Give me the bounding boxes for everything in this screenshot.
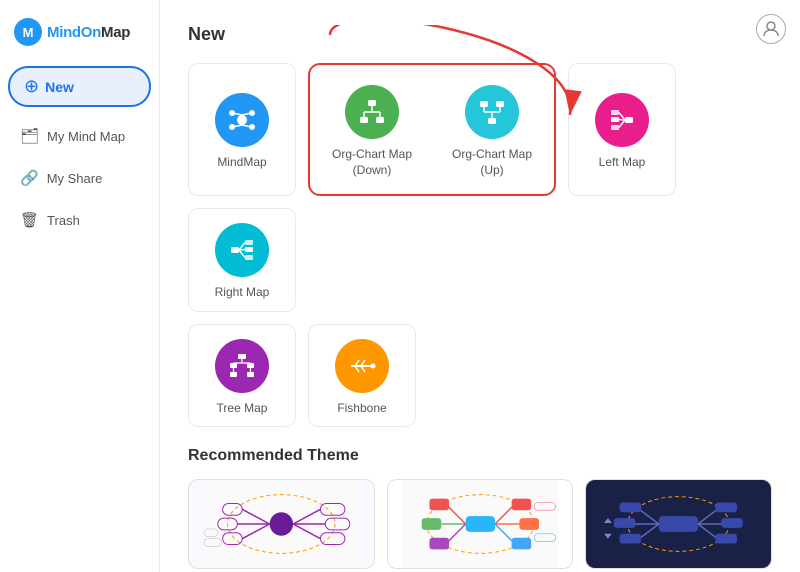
mindmap-icon-circle bbox=[215, 93, 269, 147]
sidebar-item-label: My Share bbox=[47, 171, 103, 186]
org-chart-down-icon-circle bbox=[345, 85, 399, 139]
right-map-label: Right Map bbox=[215, 285, 270, 301]
fishbone-label: Fishbone bbox=[337, 401, 386, 417]
tree-map-icon-circle bbox=[215, 339, 269, 393]
logo-text: MindOnMap bbox=[47, 24, 130, 41]
sidebar-item-label: My Mind Map bbox=[47, 129, 125, 144]
sidebar-item-my-share[interactable]: 🔗 My Share bbox=[6, 159, 153, 197]
theme-grid bbox=[188, 479, 772, 572]
map-grid-row2: Tree Map Fishbone bbox=[188, 324, 772, 428]
logo-icon: M bbox=[14, 18, 42, 46]
left-map-icon-circle bbox=[595, 93, 649, 147]
right-map-icon-circle bbox=[215, 223, 269, 277]
user-avatar[interactable] bbox=[756, 14, 786, 44]
map-card-right-map[interactable]: Right Map bbox=[188, 208, 296, 312]
theme-section-title: Recommended Theme bbox=[188, 447, 772, 465]
org-chart-up-label: Org-Chart Map (Up) bbox=[448, 147, 536, 178]
sidebar-item-trash[interactable]: 🗑 Trash bbox=[6, 201, 153, 239]
fishbone-icon-circle bbox=[335, 339, 389, 393]
highlight-group: Org-Chart Map(Down) Org-Chart Map (Up) bbox=[308, 63, 556, 196]
theme-card-3[interactable] bbox=[585, 479, 772, 569]
plus-icon: ⊕ bbox=[24, 76, 39, 97]
theme-card-1[interactable] bbox=[188, 479, 375, 569]
trash-icon: 🗑 bbox=[20, 211, 39, 229]
map-card-org-chart-down[interactable]: Org-Chart Map(Down) bbox=[318, 71, 426, 188]
map-card-fishbone[interactable]: Fishbone bbox=[308, 324, 416, 428]
org-chart-up-icon-circle bbox=[465, 85, 519, 139]
map-card-mindmap[interactable]: MindMap bbox=[188, 63, 296, 196]
theme-card-2[interactable] bbox=[387, 479, 574, 569]
mind-map-icon: 🗂 bbox=[20, 127, 39, 145]
sidebar: M MindOnMap ⊕ New 🗂 My Mind Map 🔗 My Sha… bbox=[0, 0, 160, 572]
map-card-tree-map[interactable]: Tree Map bbox=[188, 324, 296, 428]
mindmap-label: MindMap bbox=[217, 155, 266, 171]
main-content: New MindMap bbox=[160, 0, 800, 572]
map-card-left-map[interactable]: Left Map bbox=[568, 63, 676, 196]
sidebar-item-my-mind-map[interactable]: 🗂 My Mind Map bbox=[6, 117, 153, 155]
org-chart-down-label: Org-Chart Map(Down) bbox=[332, 147, 412, 178]
logo: M MindOnMap bbox=[0, 10, 159, 62]
map-card-org-chart-up[interactable]: Org-Chart Map (Up) bbox=[438, 71, 546, 188]
map-grid: MindMap Org-Chart Map(Down) bbox=[188, 63, 772, 312]
share-icon: 🔗 bbox=[20, 169, 39, 187]
left-map-label: Left Map bbox=[599, 155, 646, 171]
new-section-title: New bbox=[188, 24, 772, 45]
new-button[interactable]: ⊕ New bbox=[8, 66, 151, 107]
sidebar-item-label: Trash bbox=[47, 213, 80, 228]
tree-map-label: Tree Map bbox=[217, 401, 268, 417]
new-button-label: New bbox=[45, 79, 74, 95]
